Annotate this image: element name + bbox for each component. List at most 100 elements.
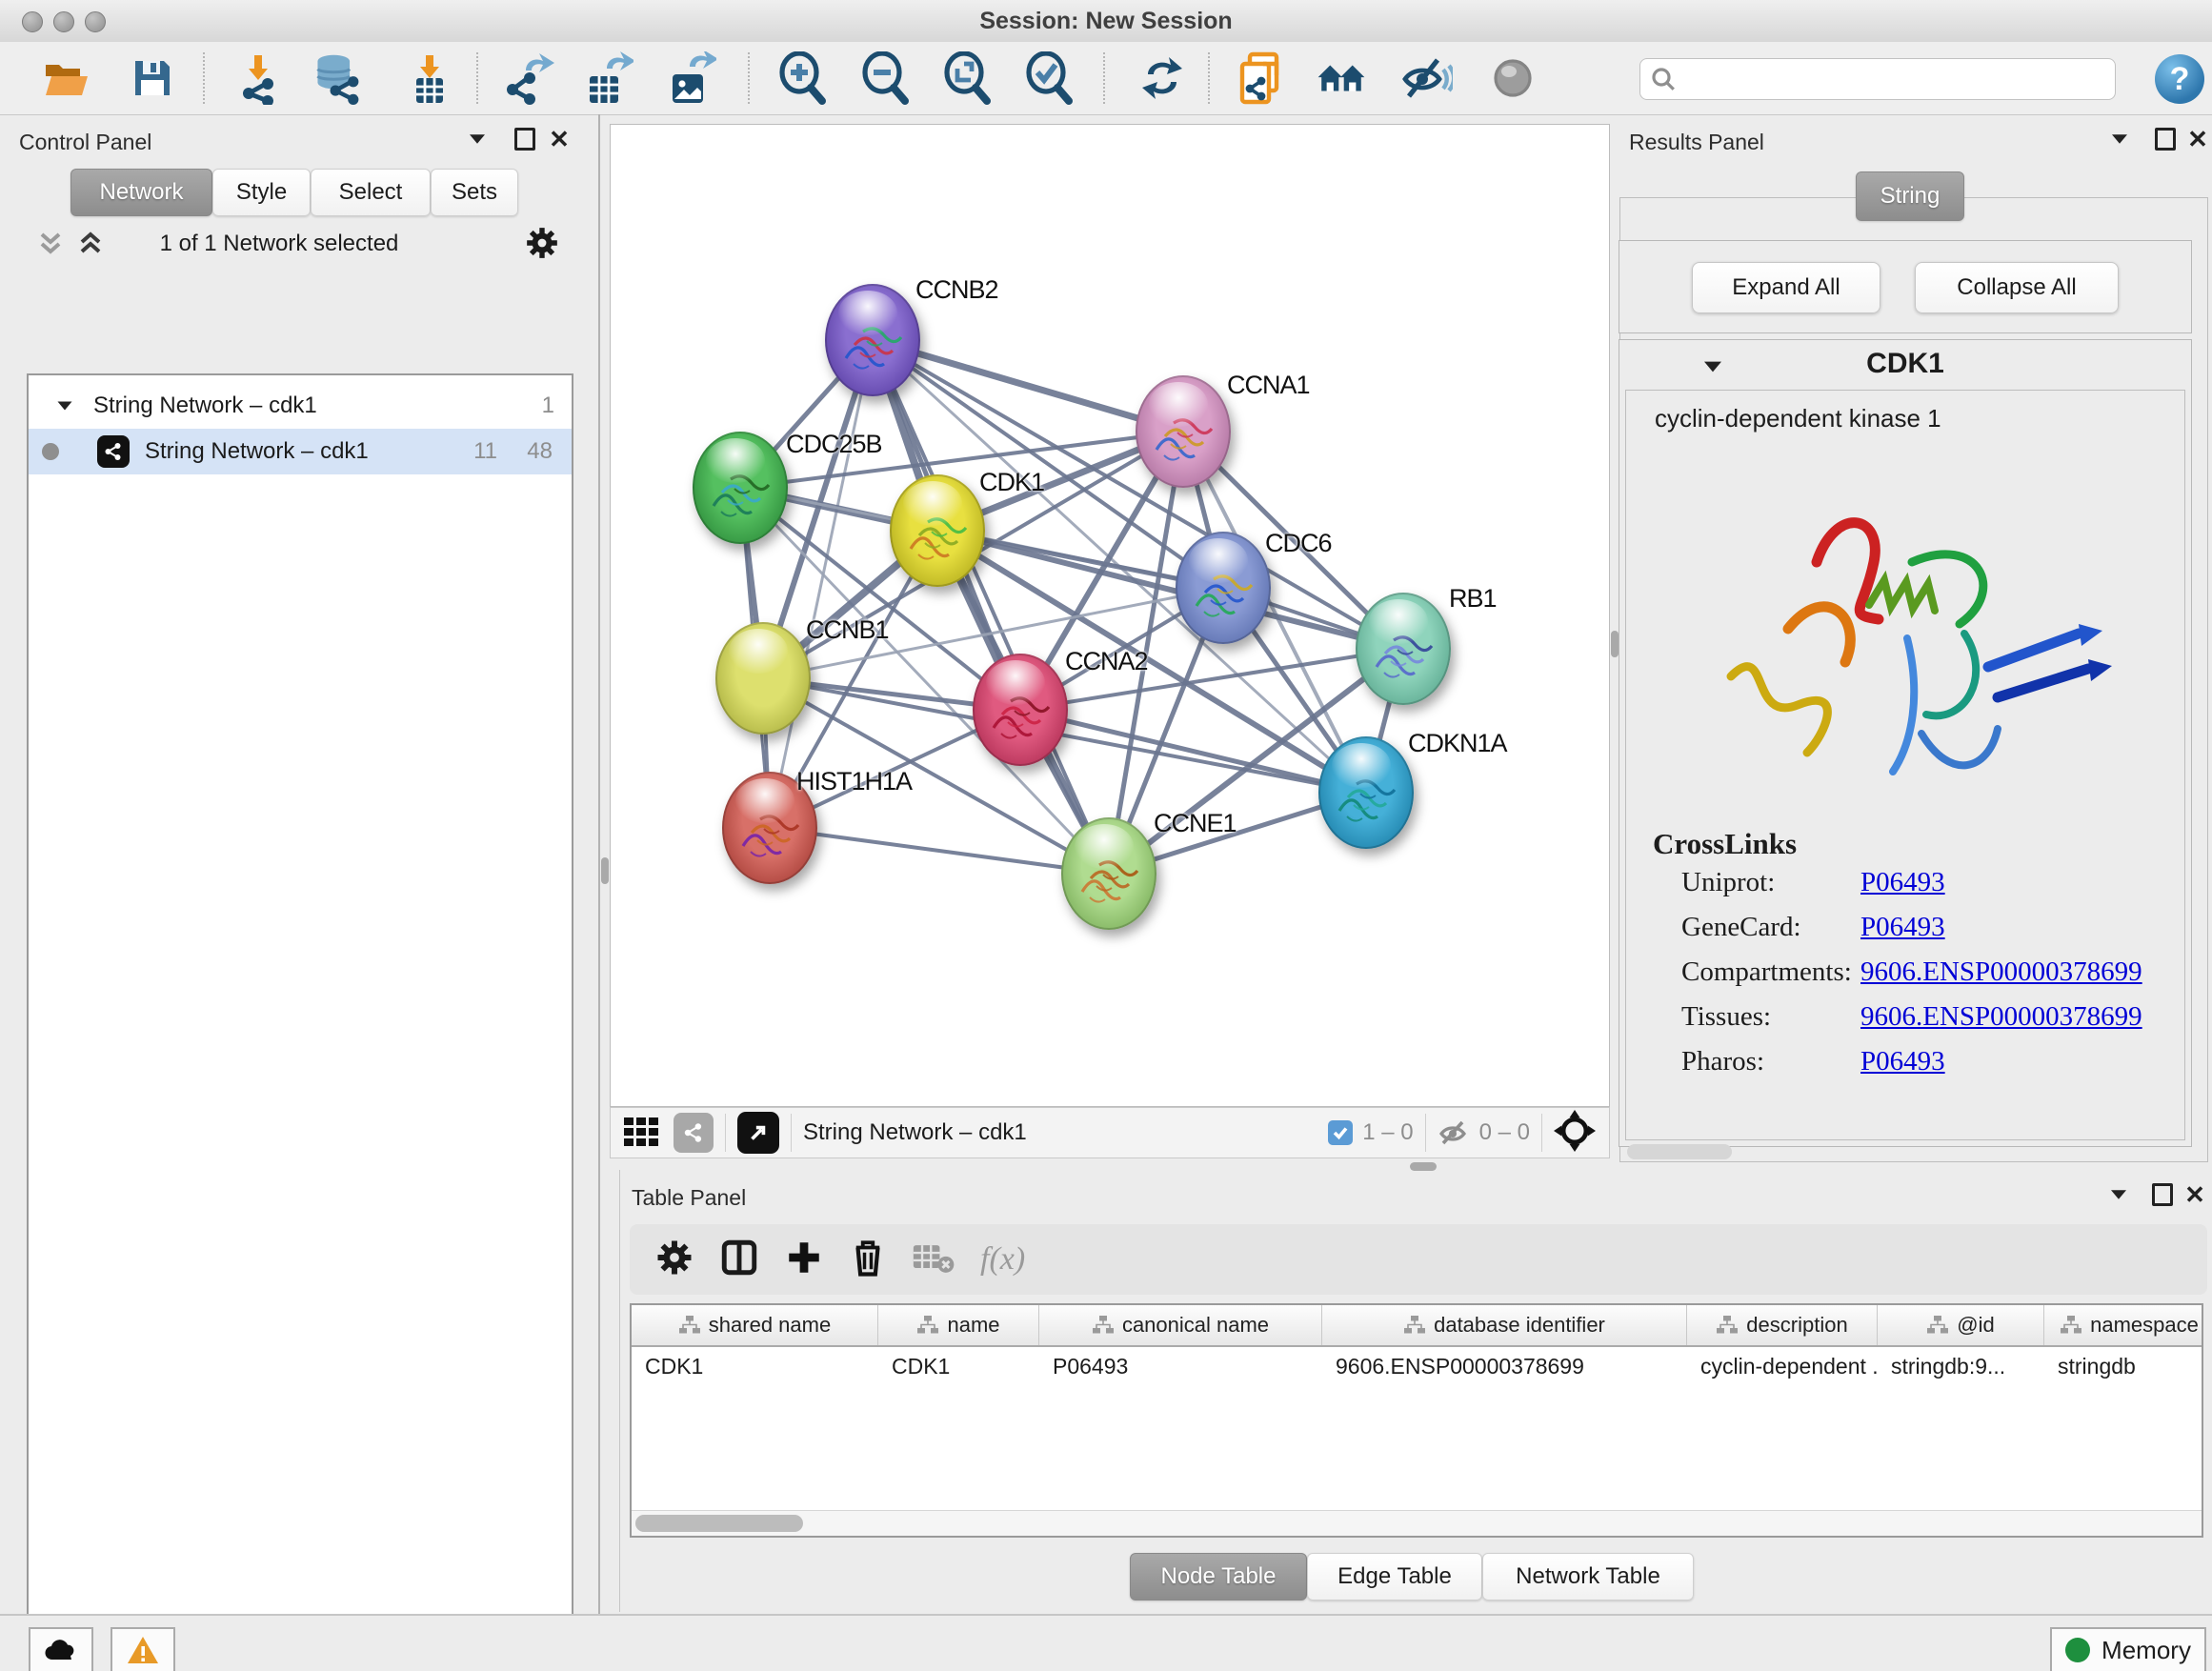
help-icon[interactable]: ? bbox=[2155, 54, 2204, 104]
tab-style[interactable]: Style bbox=[212, 169, 311, 216]
title-bar: Session: New Session bbox=[0, 0, 2212, 43]
save-session-icon[interactable] bbox=[126, 50, 179, 107]
column-header-database-identifier[interactable]: database identifier bbox=[1322, 1305, 1687, 1345]
tab-network-table[interactable]: Network Table bbox=[1482, 1553, 1694, 1601]
toolbar-separator bbox=[1208, 52, 1210, 104]
control-panel-menu-icon[interactable] bbox=[463, 126, 492, 152]
import-network-database-icon[interactable] bbox=[311, 50, 364, 107]
selected-node-edge-count: 1 – 0 bbox=[1362, 1119, 1413, 1146]
tab-edge-table[interactable]: Edge Table bbox=[1307, 1553, 1482, 1601]
column-header-shared-name[interactable]: shared name bbox=[632, 1305, 878, 1345]
column-header-description[interactable]: description bbox=[1687, 1305, 1878, 1345]
hide-selected-icon[interactable] bbox=[1400, 50, 1454, 107]
toolbar-separator bbox=[1541, 1114, 1542, 1152]
add-column-icon[interactable] bbox=[784, 1238, 824, 1282]
network-view-canvas[interactable]: CCNB2CCNA1CDC25BCDK1CDC6RB1CCNB1CCNA2CDK… bbox=[610, 124, 1610, 1107]
tab-network[interactable]: Network bbox=[70, 169, 212, 216]
collection-expand-icon[interactable] bbox=[55, 400, 74, 412]
column-type-icon bbox=[916, 1315, 939, 1336]
crosslinks-heading: CrossLinks bbox=[1653, 827, 1797, 861]
crosslink-value-link[interactable]: 9606.ENSP00000378699 bbox=[1860, 1001, 2142, 1033]
network-node-ccnb1[interactable] bbox=[715, 622, 811, 735]
application-window: Session: New Session bbox=[0, 0, 2212, 1671]
tab-sets[interactable]: Sets bbox=[431, 169, 518, 216]
table-panel-close-icon[interactable]: ✕ bbox=[2181, 1181, 2209, 1208]
results-panel-float-icon[interactable] bbox=[2151, 126, 2180, 152]
results-panel-close-icon[interactable]: ✕ bbox=[2183, 126, 2212, 152]
table-cell[interactable]: cyclin-dependent ... bbox=[1687, 1345, 1878, 1387]
table-panel-menu-icon[interactable] bbox=[2104, 1181, 2133, 1208]
network-node-cdc25b[interactable] bbox=[693, 432, 788, 544]
string-view-icon[interactable] bbox=[674, 1113, 714, 1153]
tab-string[interactable]: String bbox=[1856, 171, 1964, 221]
left-splitter-handle[interactable] bbox=[601, 857, 609, 884]
crosslink-value-link[interactable]: 9606.ENSP00000378699 bbox=[1860, 956, 2142, 988]
selected-checkbox-icon[interactable] bbox=[1328, 1120, 1353, 1145]
network-node-ccnb2[interactable] bbox=[825, 284, 920, 396]
table-row[interactable]: CDK1CDK1P064939606.ENSP00000378699cyclin… bbox=[632, 1345, 2203, 1387]
delete-column-icon[interactable] bbox=[849, 1238, 887, 1282]
results-panel-menu-icon[interactable] bbox=[2105, 126, 2134, 152]
network-row[interactable]: String Network – cdk1 11 48 bbox=[29, 429, 572, 474]
search-input[interactable] bbox=[1639, 58, 2116, 100]
collapse-all-button[interactable]: Collapse All bbox=[1915, 262, 2119, 313]
tab-select[interactable]: Select bbox=[311, 169, 431, 216]
crosslink-value-link[interactable]: P06493 bbox=[1860, 867, 1945, 898]
level-of-detail-icon[interactable] bbox=[1486, 50, 1539, 107]
zoom-fit-content-icon[interactable] bbox=[941, 50, 995, 107]
crosslink-label: Pharos: bbox=[1681, 1046, 1764, 1077]
refresh-view-icon[interactable] bbox=[1136, 50, 1189, 107]
zoom-out-icon[interactable] bbox=[859, 50, 913, 107]
table-cell[interactable]: stringdb:9... bbox=[1878, 1345, 2044, 1387]
grid-view-icon[interactable] bbox=[622, 1112, 660, 1155]
tab-node-table[interactable]: Node Table bbox=[1130, 1553, 1307, 1601]
network-collection-row[interactable]: String Network – cdk1 1 bbox=[29, 383, 572, 429]
network-options-gear-icon[interactable] bbox=[524, 225, 560, 266]
column-header-name[interactable]: name bbox=[878, 1305, 1039, 1345]
network-node-ccne1[interactable] bbox=[1061, 817, 1156, 930]
birds-eye-view-icon[interactable] bbox=[737, 1112, 779, 1154]
network-node-ccna1[interactable] bbox=[1136, 375, 1231, 488]
export-table-icon[interactable] bbox=[581, 50, 634, 107]
fit-selected-crosshair-icon[interactable] bbox=[1554, 1110, 1596, 1157]
table-hscroll-thumb[interactable] bbox=[635, 1515, 803, 1532]
open-session-icon[interactable] bbox=[40, 50, 93, 107]
table-panel-float-icon[interactable] bbox=[2148, 1181, 2177, 1208]
zoom-in-icon[interactable] bbox=[776, 50, 830, 107]
export-image-icon[interactable] bbox=[664, 50, 717, 107]
column-header-canonical-name[interactable]: canonical name bbox=[1039, 1305, 1322, 1345]
control-panel-float-icon[interactable] bbox=[511, 126, 539, 152]
cloud-button[interactable] bbox=[29, 1627, 93, 1671]
import-table-file-icon[interactable] bbox=[403, 50, 456, 107]
crosslink-value-link[interactable]: P06493 bbox=[1860, 912, 1945, 943]
network-node-cdk1[interactable] bbox=[890, 474, 985, 587]
collection-count: 1 bbox=[542, 393, 554, 419]
network-node-ccna2[interactable] bbox=[973, 654, 1068, 766]
column-header--id[interactable]: @id bbox=[1878, 1305, 2044, 1345]
table-cell[interactable]: CDK1 bbox=[878, 1345, 1039, 1387]
first-neighbors-icon[interactable] bbox=[1315, 50, 1368, 107]
table-cell[interactable]: 9606.ENSP00000378699 bbox=[1322, 1345, 1687, 1387]
function-builder-icon[interactable]: f(x) bbox=[980, 1241, 1025, 1278]
column-header-namespace[interactable]: namespace bbox=[2044, 1305, 2203, 1345]
export-network-icon[interactable] bbox=[502, 50, 555, 107]
network-node-cdc6[interactable] bbox=[1176, 532, 1271, 644]
zoom-selected-icon[interactable] bbox=[1023, 50, 1076, 107]
expand-all-button[interactable]: Expand All bbox=[1692, 262, 1880, 313]
table-settings-gear-icon[interactable] bbox=[654, 1238, 694, 1282]
delete-table-icon[interactable] bbox=[912, 1239, 955, 1280]
memory-button[interactable]: Memory bbox=[2050, 1627, 2206, 1671]
control-panel-close-icon[interactable]: ✕ bbox=[545, 126, 573, 152]
import-network-file-icon[interactable] bbox=[231, 50, 285, 107]
table-cell[interactable]: P06493 bbox=[1039, 1345, 1322, 1387]
duplicate-network-icon[interactable] bbox=[1236, 50, 1289, 107]
warnings-button[interactable] bbox=[111, 1627, 175, 1671]
network-node-rb1[interactable] bbox=[1356, 593, 1451, 705]
show-columns-icon[interactable] bbox=[719, 1238, 759, 1282]
table-cell[interactable]: CDK1 bbox=[632, 1345, 878, 1387]
network-node-cdkn1a[interactable] bbox=[1318, 736, 1414, 849]
crosslink-value-link[interactable]: P06493 bbox=[1860, 1046, 1945, 1077]
table-cell[interactable]: stringdb bbox=[2044, 1345, 2203, 1387]
section-hscroll-thumb[interactable] bbox=[1627, 1144, 1732, 1159]
table-hscrollbar[interactable] bbox=[632, 1510, 2202, 1536]
